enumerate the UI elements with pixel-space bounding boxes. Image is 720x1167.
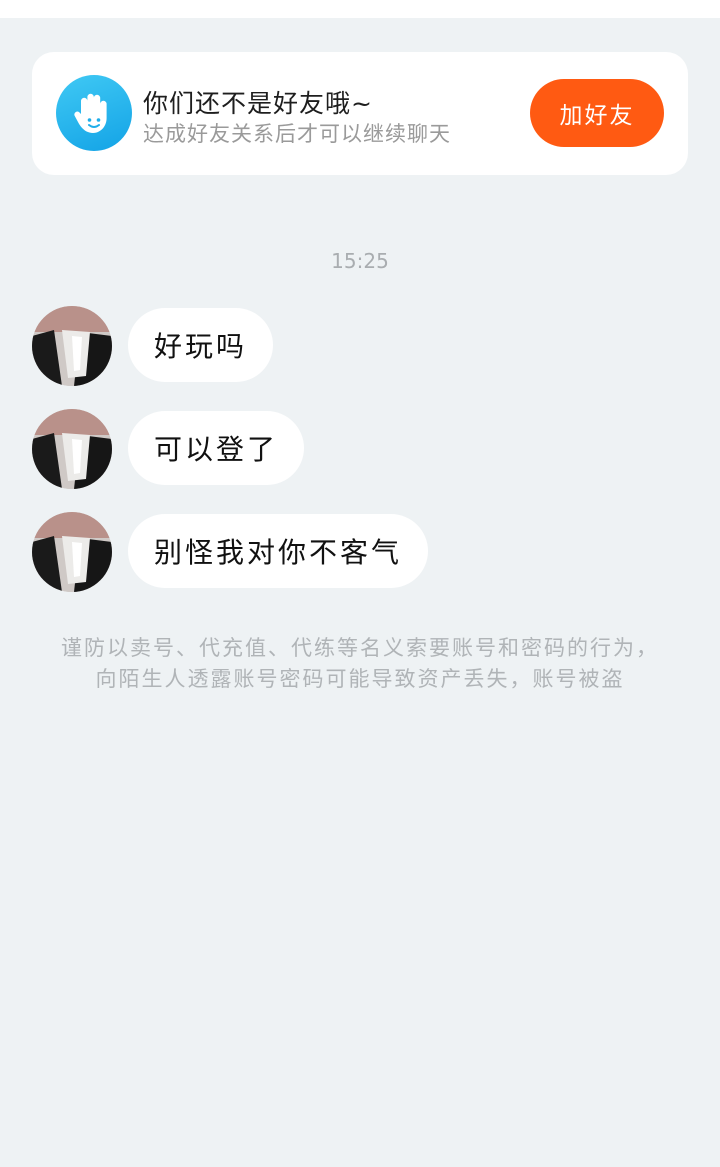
status-bar — [0, 0, 720, 18]
message-timestamp: 15:25 — [331, 249, 389, 273]
add-friend-prompt-card: 你们还不是好友哦~ 达成好友关系后才可以继续聊天 加好友 — [32, 52, 688, 175]
message-row: 可以登了 — [32, 409, 682, 489]
message-row: 别怪我对你不客气 — [32, 512, 682, 592]
user-avatar[interactable] — [32, 512, 112, 592]
not-friends-subtitle: 达成好友关系后才可以继续聊天 — [143, 122, 451, 146]
user-avatar[interactable] — [32, 306, 112, 386]
user-avatar[interactable] — [32, 409, 112, 489]
message-bubble[interactable]: 别怪我对你不客气 — [128, 514, 429, 588]
message-row: 好玩吗 — [32, 306, 682, 386]
message-bubble[interactable]: 可以登了 — [128, 411, 305, 485]
not-friends-title: 你们还不是好友哦~ — [143, 89, 373, 118]
message-bubble[interactable]: 好玩吗 — [128, 308, 274, 382]
security-notice: 谨防以卖号、代充值、代练等名义索要账号和密码的行为，向陌生人透露账号密码可能导致… — [61, 636, 659, 691]
hand-wave-icon — [56, 75, 132, 151]
add-friend-button[interactable]: 加好友 — [530, 79, 664, 147]
